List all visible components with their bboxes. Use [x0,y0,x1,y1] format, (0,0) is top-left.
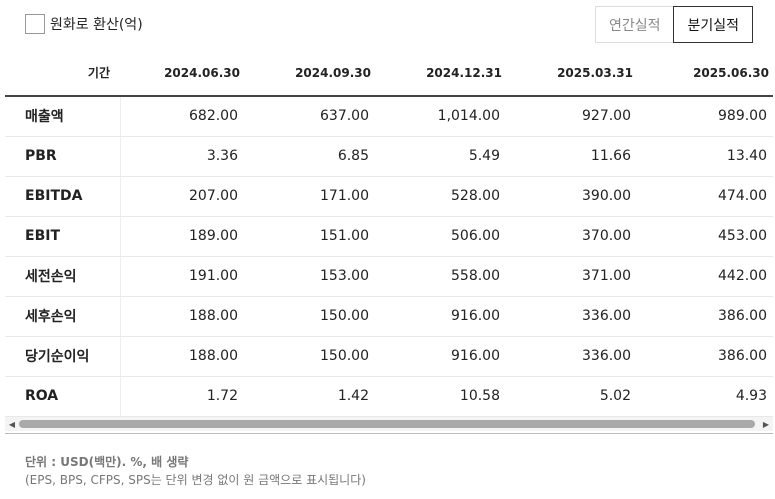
date-header: 2025.06.30 [693,65,769,80]
table-row: 세전손익 191.00 153.00 558.00 371.00 442.00 [5,256,773,297]
table-cell: 336.00 [506,336,637,377]
row-label: ROA [5,376,121,417]
table-cell: 188.00 [120,296,244,337]
date-header: 2025.03.31 [557,65,633,80]
table-cell: 153.00 [244,256,375,297]
table-cell: 188.00 [120,336,244,377]
table-cell: 10.58 [375,376,506,417]
table-cell: 151.00 [244,216,375,257]
financial-table-container: 기간 2024.06.30 2024.09.30 2024.12.31 2025… [5,50,773,420]
table-row: EBITDA 207.00 171.00 528.00 390.00 474.0… [5,176,773,217]
table-cell: 916.00 [375,336,506,377]
scroll-right-arrow-icon[interactable]: ▶ [759,417,773,431]
table-cell: 528.00 [375,176,506,217]
table-cell: 150.00 [244,296,375,337]
toolbar: 원화로 환산(억) 연간실적 분기실적 [0,0,775,50]
table-cell: 207.00 [120,176,244,217]
table-cell: 506.00 [375,216,506,257]
table-cell: 386.00 [637,336,773,377]
row-label: 세후손익 [5,296,121,337]
table-cell: 637.00 [244,96,375,137]
table-cell: 336.00 [506,296,637,337]
table-cell: 189.00 [120,216,244,257]
annual-results-button[interactable]: 연간실적 [594,6,675,43]
krw-convert-toggle[interactable]: 원화로 환산(억) [25,14,143,34]
unit-note: 단위 : USD(백만). %, 배 생략 [25,455,189,469]
table-row: 매출액 682.00 637.00 1,014.00 927.00 989.00 [5,96,773,137]
table-cell: 5.49 [375,136,506,177]
table-header-row: 기간 2024.06.30 2024.09.30 2024.12.31 2025… [5,50,773,96]
table-cell: 5.02 [506,376,637,417]
row-label: 세전손익 [5,256,121,297]
horizontal-scrollbar[interactable]: ◀ ▶ [5,417,773,431]
table-cell: 682.00 [120,96,244,137]
eps-note: (EPS, BPS, CFPS, SPS는 단위 변경 없이 원 금액으로 표시… [25,473,366,487]
table-cell: 390.00 [506,176,637,217]
table-cell: 927.00 [506,96,637,137]
row-label: 당기순이익 [5,336,121,377]
table-cell: 171.00 [244,176,375,217]
footer-divider [5,433,773,434]
table-cell: 453.00 [637,216,773,257]
table-cell: 13.40 [637,136,773,177]
row-label: PBR [5,136,121,177]
table-cell: 6.85 [244,136,375,177]
row-label: EBIT [5,216,121,257]
quarterly-results-button[interactable]: 분기실적 [673,6,753,43]
scrollbar-thumb[interactable] [19,420,755,428]
table-cell: 370.00 [506,216,637,257]
table-cell: 916.00 [375,296,506,337]
table-cell: 371.00 [506,256,637,297]
row-label: 매출액 [5,96,121,137]
krw-convert-label: 원화로 환산(억) [50,17,143,33]
table-cell: 1,014.00 [375,96,506,137]
table-cell: 1.72 [120,376,244,417]
period-header: 기간 [87,66,110,80]
table-cell: 11.66 [506,136,637,177]
table-cell: 558.00 [375,256,506,297]
financial-table: 기간 2024.06.30 2024.09.30 2024.12.31 2025… [5,50,773,417]
date-header: 2024.12.31 [426,65,502,80]
table-cell: 191.00 [120,256,244,297]
table-cell: 474.00 [637,176,773,217]
table-cell: 442.00 [637,256,773,297]
table-cell: 989.00 [637,96,773,137]
table-row: 당기순이익 188.00 150.00 916.00 336.00 386.00 [5,336,773,377]
table-cell: 4.93 [637,376,773,417]
krw-convert-checkbox[interactable] [25,14,45,34]
table-row: ROA 1.72 1.42 10.58 5.02 4.93 [5,376,773,417]
date-header: 2024.09.30 [295,65,371,80]
table-cell: 1.42 [244,376,375,417]
table-cell: 386.00 [637,296,773,337]
table-row: EBIT 189.00 151.00 506.00 370.00 453.00 [5,216,773,257]
table-row: PBR 3.36 6.85 5.49 11.66 13.40 [5,136,773,177]
period-toggle-group: 연간실적 분기실적 [594,6,753,43]
date-header: 2024.06.30 [164,65,240,80]
row-label: EBITDA [5,176,121,217]
table-cell: 150.00 [244,336,375,377]
table-row: 세후손익 188.00 150.00 916.00 336.00 386.00 [5,296,773,337]
table-cell: 3.36 [120,136,244,177]
scroll-left-arrow-icon[interactable]: ◀ [5,417,19,431]
